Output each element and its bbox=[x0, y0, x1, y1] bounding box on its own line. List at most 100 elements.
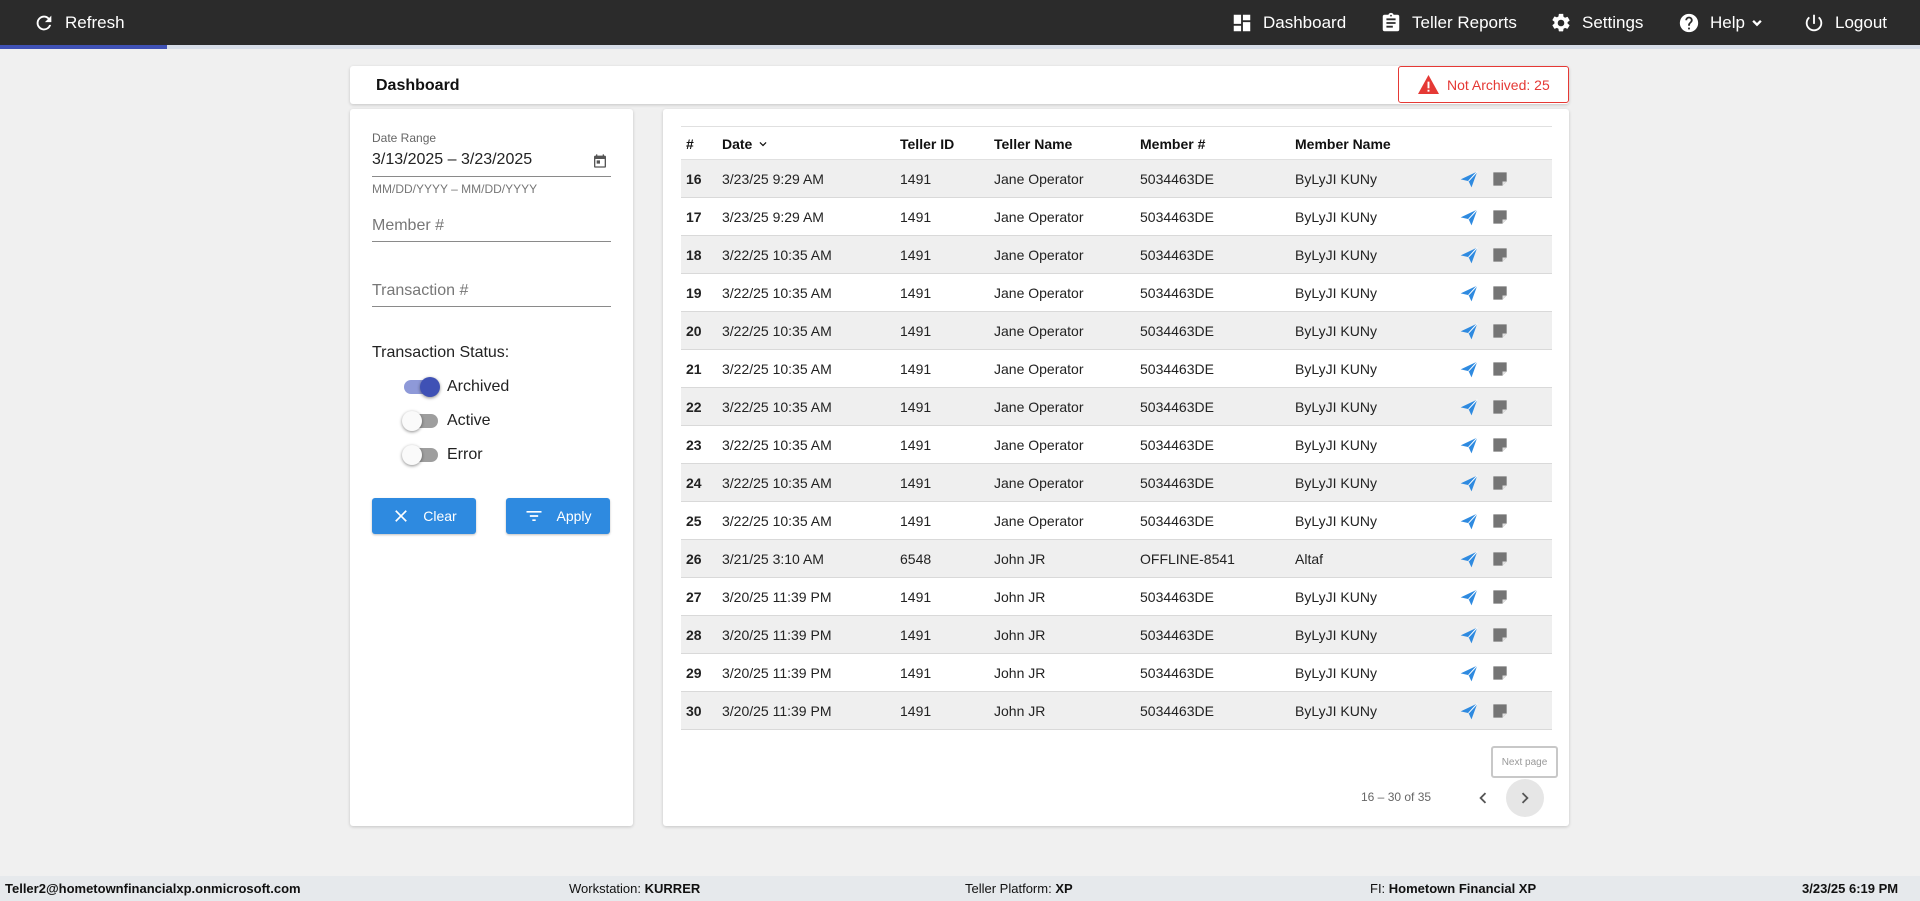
table-row[interactable]: 24 3/22/25 10:35 AM 1491 Jane Operator 50344… bbox=[681, 464, 1552, 502]
note-icon[interactable] bbox=[1490, 701, 1510, 721]
archived-label: Archived bbox=[447, 378, 510, 395]
table-row[interactable]: 29 3/20/25 11:39 PM 1491 John JR 5034463DE By… bbox=[681, 654, 1552, 692]
nav-settings[interactable]: Settings bbox=[1550, 0, 1643, 45]
row-member-name: ByLyJI KUNy bbox=[1295, 665, 1377, 681]
column-header-number[interactable]: # bbox=[686, 136, 694, 152]
row-teller-id: 1491 bbox=[900, 437, 932, 453]
row-date: 3/22/25 10:35 AM bbox=[722, 285, 832, 301]
table-row[interactable]: 28 3/20/25 11:39 PM 1491 John JR 5034463DE By… bbox=[681, 616, 1552, 654]
send-icon[interactable] bbox=[1459, 587, 1479, 607]
send-icon[interactable] bbox=[1459, 169, 1479, 189]
send-icon[interactable] bbox=[1459, 397, 1479, 417]
note-icon[interactable] bbox=[1490, 245, 1510, 265]
row-member-number: 5034463DE bbox=[1140, 665, 1214, 681]
transaction-number-input[interactable]: Transaction # bbox=[372, 282, 468, 300]
clear-button[interactable]: Clear bbox=[372, 498, 476, 534]
table-row[interactable]: 18 3/22/25 10:35 AM 1491 Jane Operator 50344… bbox=[681, 236, 1552, 274]
send-icon[interactable] bbox=[1459, 207, 1479, 227]
note-icon[interactable] bbox=[1490, 321, 1510, 341]
note-icon[interactable] bbox=[1490, 587, 1510, 607]
note-icon[interactable] bbox=[1490, 625, 1510, 645]
table-row[interactable]: 22 3/22/25 10:35 AM 1491 Jane Operator 50344… bbox=[681, 388, 1552, 426]
send-icon[interactable] bbox=[1459, 663, 1479, 683]
nav-logout[interactable]: Logout bbox=[1803, 0, 1887, 45]
row-teller-id: 1491 bbox=[900, 361, 932, 377]
row-member-number: 5034463DE bbox=[1140, 171, 1214, 187]
row-teller-name: Jane Operator bbox=[994, 361, 1084, 377]
column-header-teller-name[interactable]: Teller Name bbox=[994, 136, 1072, 152]
toggle-error[interactable]: Error bbox=[402, 443, 483, 467]
row-date: 3/23/25 9:29 AM bbox=[722, 209, 824, 225]
row-number: 24 bbox=[686, 475, 702, 491]
refresh-button[interactable]: Refresh bbox=[33, 0, 125, 45]
note-icon[interactable] bbox=[1490, 359, 1510, 379]
row-date: 3/22/25 10:35 AM bbox=[722, 437, 832, 453]
table-row[interactable]: 19 3/22/25 10:35 AM 1491 Jane Operator 50344… bbox=[681, 274, 1552, 312]
table-row[interactable]: 25 3/22/25 10:35 AM 1491 Jane Operator 50344… bbox=[681, 502, 1552, 540]
next-page-button[interactable] bbox=[1506, 779, 1544, 817]
column-header-date[interactable]: Date bbox=[722, 136, 770, 152]
row-teller-name: Jane Operator bbox=[994, 171, 1084, 187]
note-icon[interactable] bbox=[1490, 169, 1510, 189]
date-range-input[interactable]: 3/13/2025 – 3/23/2025 bbox=[372, 151, 532, 169]
clear-label: Clear bbox=[423, 508, 457, 524]
apply-button[interactable]: Apply bbox=[506, 498, 610, 534]
table-row[interactable]: 17 3/23/25 9:29 AM 1491 Jane Operator 503446… bbox=[681, 198, 1552, 236]
note-icon[interactable] bbox=[1490, 663, 1510, 683]
table-body: 16 3/23/25 9:29 AM 1491 Jane Operator 503446… bbox=[681, 160, 1552, 730]
send-icon[interactable] bbox=[1459, 625, 1479, 645]
note-icon[interactable] bbox=[1490, 511, 1510, 531]
error-switch[interactable] bbox=[402, 445, 438, 465]
note-icon[interactable] bbox=[1490, 435, 1510, 455]
chevron-down-icon bbox=[1752, 19, 1762, 26]
column-header-teller-id[interactable]: Teller ID bbox=[900, 136, 954, 152]
row-number: 29 bbox=[686, 665, 702, 681]
table-row[interactable]: 30 3/20/25 11:39 PM 1491 John JR 5034463DE By… bbox=[681, 692, 1552, 730]
table-row[interactable]: 27 3/20/25 11:39 PM 1491 John JR 5034463DE By… bbox=[681, 578, 1552, 616]
send-icon[interactable] bbox=[1459, 435, 1479, 455]
table-row[interactable]: 23 3/22/25 10:35 AM 1491 Jane Operator 50344… bbox=[681, 426, 1552, 464]
column-header-member-number[interactable]: Member # bbox=[1140, 136, 1205, 152]
table-row[interactable]: 21 3/22/25 10:35 AM 1491 Jane Operator 50344… bbox=[681, 350, 1552, 388]
previous-page-button[interactable] bbox=[1464, 779, 1502, 817]
row-number: 21 bbox=[686, 361, 702, 377]
send-icon[interactable] bbox=[1459, 321, 1479, 341]
note-icon[interactable] bbox=[1490, 549, 1510, 569]
row-teller-name: Jane Operator bbox=[994, 475, 1084, 491]
dashboard-header: Dashboard bbox=[350, 66, 1569, 104]
send-icon[interactable] bbox=[1459, 549, 1479, 569]
row-teller-name: John JR bbox=[994, 551, 1046, 567]
send-icon[interactable] bbox=[1459, 245, 1479, 265]
table-row[interactable]: 20 3/22/25 10:35 AM 1491 Jane Operator 50344… bbox=[681, 312, 1552, 350]
nav-help[interactable]: Help bbox=[1678, 0, 1765, 45]
note-icon[interactable] bbox=[1490, 207, 1510, 227]
column-header-member-name[interactable]: Member Name bbox=[1295, 136, 1391, 152]
not-archived-alert[interactable]: Not Archived: 25 bbox=[1398, 66, 1569, 103]
note-icon[interactable] bbox=[1490, 283, 1510, 303]
row-member-name: ByLyJI KUNy bbox=[1295, 437, 1377, 453]
send-icon[interactable] bbox=[1459, 359, 1479, 379]
calendar-icon[interactable] bbox=[592, 153, 608, 169]
note-icon[interactable] bbox=[1490, 397, 1510, 417]
toggle-archived[interactable]: Archived bbox=[402, 375, 509, 399]
archived-switch[interactable] bbox=[402, 377, 440, 397]
send-icon[interactable] bbox=[1459, 283, 1479, 303]
send-icon[interactable] bbox=[1459, 701, 1479, 721]
nav-teller-reports[interactable]: Teller Reports bbox=[1380, 0, 1517, 45]
nav-settings-label: Settings bbox=[1582, 12, 1644, 32]
nav-dashboard[interactable]: Dashboard bbox=[1231, 0, 1346, 45]
row-member-name: ByLyJI KUNy bbox=[1295, 399, 1377, 415]
member-number-input[interactable]: Member # bbox=[372, 217, 444, 235]
active-switch[interactable] bbox=[402, 411, 438, 431]
clipboard-icon bbox=[1382, 12, 1400, 31]
send-icon[interactable] bbox=[1459, 473, 1479, 493]
table-row[interactable]: 16 3/23/25 9:29 AM 1491 Jane Operator 503446… bbox=[681, 160, 1552, 198]
warning-icon bbox=[1418, 74, 1439, 95]
note-icon[interactable] bbox=[1490, 473, 1510, 493]
transaction-status-title: Transaction Status: bbox=[372, 344, 510, 361]
row-teller-name: Jane Operator bbox=[994, 247, 1084, 263]
toggle-active[interactable]: Active bbox=[402, 409, 491, 433]
row-teller-name: John JR bbox=[994, 627, 1046, 643]
send-icon[interactable] bbox=[1459, 511, 1479, 531]
table-row[interactable]: 26 3/21/25 3:10 AM 6548 John JR OFFLINE-8541… bbox=[681, 540, 1552, 578]
